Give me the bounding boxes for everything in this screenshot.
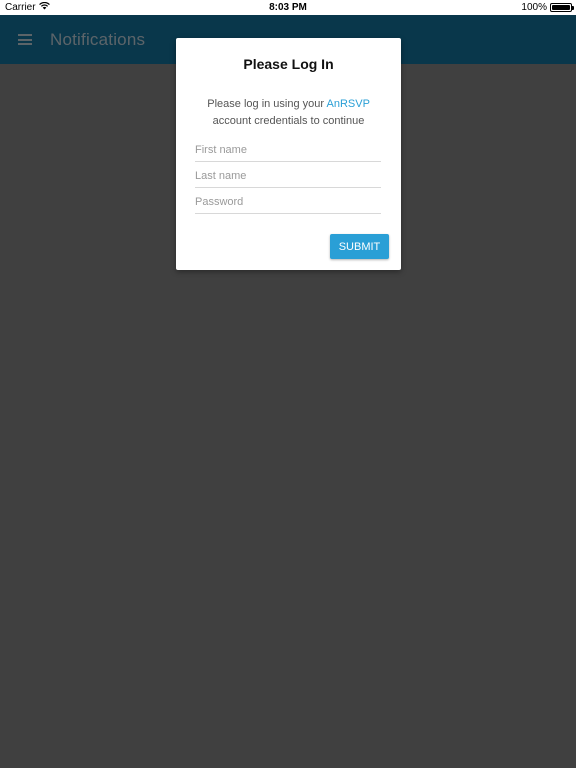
dialog-title: Please Log In	[243, 56, 334, 72]
battery-icon	[550, 3, 574, 12]
message-text-after: account credentials to continue	[212, 115, 365, 127]
battery-percent: 100%	[521, 2, 547, 13]
dialog-message: Please log in using your AnRSVP account …	[188, 96, 389, 130]
clock: 8:03 PM	[269, 2, 307, 13]
battery-fill	[552, 5, 570, 10]
last-name-input[interactable]	[195, 164, 381, 188]
status-right: 100%	[521, 2, 574, 13]
password-input[interactable]	[195, 190, 381, 214]
anrsvp-link[interactable]: AnRSVP	[327, 98, 370, 110]
submit-button[interactable]: SUBMIT	[330, 234, 389, 259]
battery-tip	[572, 6, 574, 10]
status-bar: Carrier 8:03 PM 100%	[0, 0, 576, 15]
first-name-input[interactable]	[195, 138, 381, 162]
login-dialog: Please Log In Please log in using your A…	[176, 38, 401, 270]
message-text-before: Please log in using your	[207, 98, 327, 110]
